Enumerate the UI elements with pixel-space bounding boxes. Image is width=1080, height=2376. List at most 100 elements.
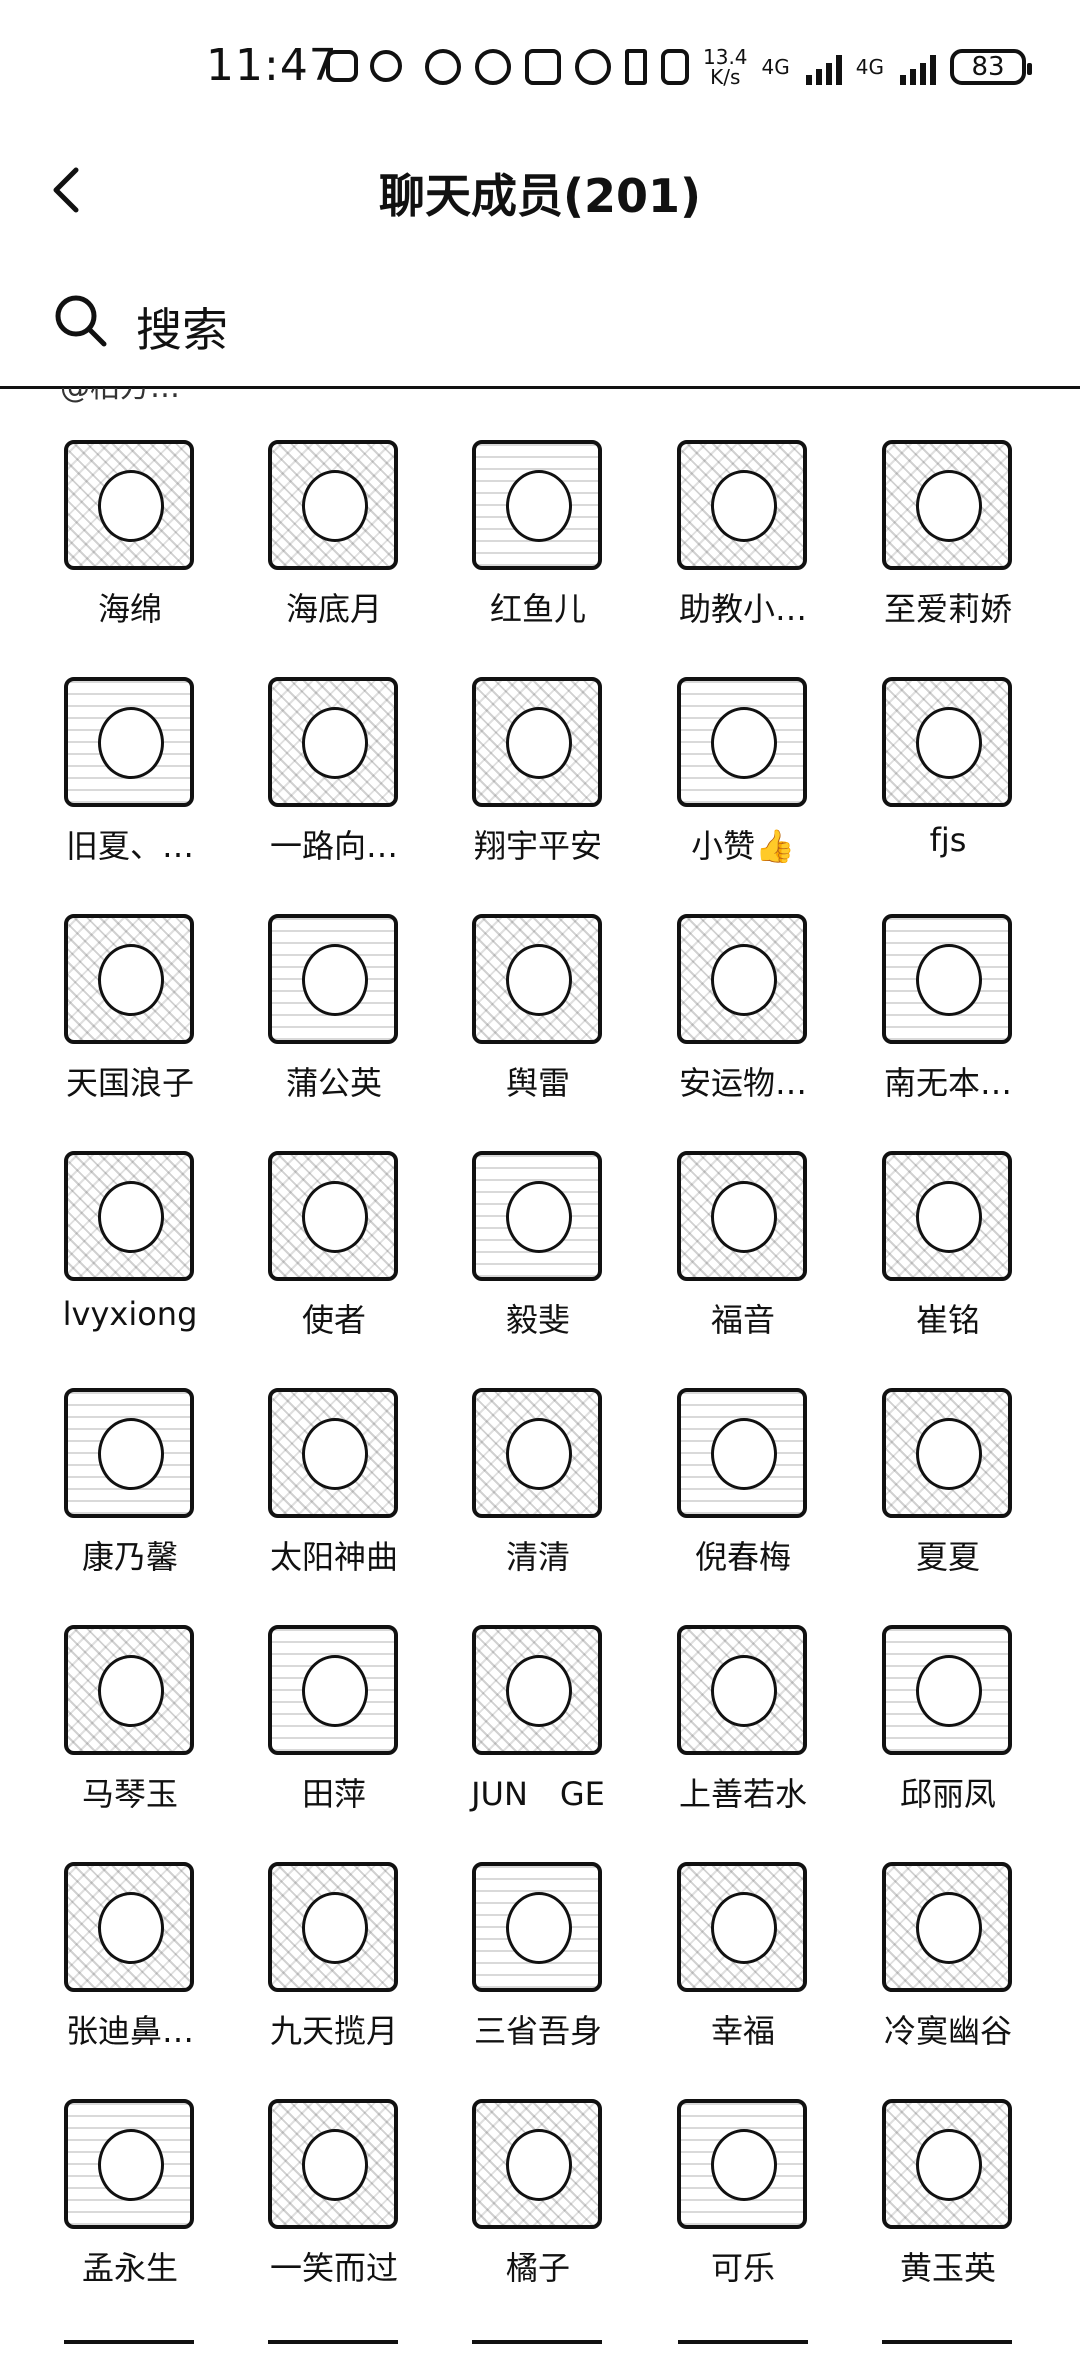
member-avatar[interactable] (64, 2099, 194, 2229)
member-name: 邱丽凤 (899, 1775, 996, 1813)
avatar-figure (711, 1892, 777, 1964)
bluetooth-icon (625, 49, 647, 85)
member-name: 九天揽月 (269, 2012, 398, 2050)
member-name: 海绵 (97, 590, 162, 628)
member-name: 倪春梅 (694, 1538, 791, 1576)
member-avatar[interactable] (882, 677, 1012, 807)
avatar-figure (302, 1181, 368, 1253)
member-name: 福音 (710, 1301, 775, 1339)
member-avatar[interactable] (268, 914, 398, 1044)
avatar-figure (98, 470, 164, 542)
avatar-figure (916, 470, 982, 542)
member-name: 海底月 (285, 590, 382, 628)
member-name: 至爱莉娇 (883, 590, 1012, 628)
member-name: 旧夏、… (65, 827, 194, 865)
member-avatar[interactable] (268, 1151, 398, 1281)
member-name: fjs (929, 821, 967, 859)
member-name: 橘子 (505, 2249, 570, 2287)
nfc-icon (525, 49, 561, 85)
member-name: 幸福 (710, 2012, 775, 2050)
member-name: 上善若水 (678, 1775, 807, 1813)
net-speed-unit: K/s (710, 65, 741, 89)
member-name: 天国浪子 (65, 1064, 194, 1102)
member-avatar[interactable] (882, 1862, 1012, 1992)
member-grid: @柏方… 海绵 海底月 红鱼儿 助教小… 至爱莉娇旧夏、… 一路向… 翔宇平安 小赞👍 fjs 天… (0, 388, 1080, 2376)
member-avatar[interactable] (677, 914, 807, 1044)
member-avatar[interactable] (64, 1388, 194, 1518)
search-placeholder[interactable]: 搜索 (136, 294, 228, 360)
member-name: 崔铭 (915, 1301, 980, 1339)
member-avatar[interactable] (472, 440, 602, 570)
member-avatar[interactable] (268, 440, 398, 570)
member-name: 三省吾身 (473, 2012, 602, 2050)
member-name: 康乃馨 (81, 1538, 178, 1576)
member-avatar[interactable] (64, 1625, 194, 1755)
avatar-figure (711, 470, 777, 542)
battery-icon: 83 (950, 49, 1032, 85)
member-avatar[interactable] (472, 677, 602, 807)
member-avatar[interactable] (268, 677, 398, 807)
avatar-figure (711, 944, 777, 1016)
page-title: 聊天成员(201) (378, 169, 702, 223)
net-speed-value: 13.4 (703, 45, 748, 69)
vibrate-icon (661, 49, 689, 85)
member-avatar[interactable] (268, 1388, 398, 1518)
member-avatar[interactable] (472, 2099, 602, 2229)
search-icon (55, 295, 107, 347)
member-avatar[interactable] (472, 914, 602, 1044)
network-type-1: 4G (761, 55, 790, 79)
avatar-figure (916, 1181, 982, 1253)
member-name: 蒲公英 (285, 1064, 382, 1102)
avatar-figure (98, 1418, 164, 1490)
avatar-figure (302, 2129, 368, 2201)
avatar-figure (506, 1181, 572, 1253)
member-avatar[interactable] (882, 1151, 1012, 1281)
avatar-figure (916, 2129, 982, 2201)
member-avatar[interactable] (677, 1388, 807, 1518)
member-name: 南无本… (883, 1064, 1012, 1102)
alarm-icon (575, 49, 611, 85)
cut-off-member-name: @柏方… (60, 388, 180, 414)
call-icon (425, 49, 461, 85)
member-avatar[interactable] (472, 1151, 602, 1281)
search-bar[interactable]: 搜索 (0, 268, 1080, 389)
member-name: 可乐 (710, 2249, 775, 2287)
member-avatar[interactable] (64, 1151, 194, 1281)
member-avatar[interactable] (64, 1862, 194, 1992)
member-name: 翔宇平安 (473, 827, 602, 865)
header: 聊天成员(201) (0, 140, 1080, 240)
member-name: 孟永生 (81, 2249, 178, 2287)
member-name: 冷寞幽谷 (883, 2012, 1012, 2050)
member-avatar[interactable] (882, 914, 1012, 1044)
member-avatar[interactable] (882, 1625, 1012, 1755)
member-avatar[interactable] (64, 914, 194, 1044)
member-avatar[interactable] (677, 2099, 807, 2229)
avatar-figure (98, 1655, 164, 1727)
member-avatar[interactable] (677, 440, 807, 570)
member-avatar[interactable] (882, 440, 1012, 570)
member-avatar[interactable] (677, 1625, 807, 1755)
member-name: 太阳神曲 (269, 1538, 398, 1576)
member-avatar[interactable] (677, 1862, 807, 1992)
member-avatar[interactable] (64, 677, 194, 807)
member-avatar[interactable] (882, 2099, 1012, 2229)
member-avatar[interactable] (472, 1625, 602, 1755)
notification-icon (326, 50, 358, 82)
member-avatar[interactable] (64, 440, 194, 570)
member-avatar[interactable] (268, 1625, 398, 1755)
member-avatar[interactable] (677, 677, 807, 807)
member-name: lvyxiong (62, 1295, 198, 1333)
member-avatar[interactable] (882, 1388, 1012, 1518)
member-name: 安运物… (678, 1064, 807, 1102)
avatar-figure (506, 1892, 572, 1964)
avatar-figure (302, 1418, 368, 1490)
member-avatar[interactable] (677, 1151, 807, 1281)
member-avatar[interactable] (472, 1862, 602, 1992)
avatar-figure (98, 2129, 164, 2201)
member-avatar[interactable] (268, 1862, 398, 1992)
member-avatar[interactable] (268, 2099, 398, 2229)
member-avatar[interactable] (472, 1388, 602, 1518)
avatar-figure (302, 944, 368, 1016)
member-name: JUN GE (471, 1775, 605, 1813)
member-name: 毅斐 (505, 1301, 570, 1339)
